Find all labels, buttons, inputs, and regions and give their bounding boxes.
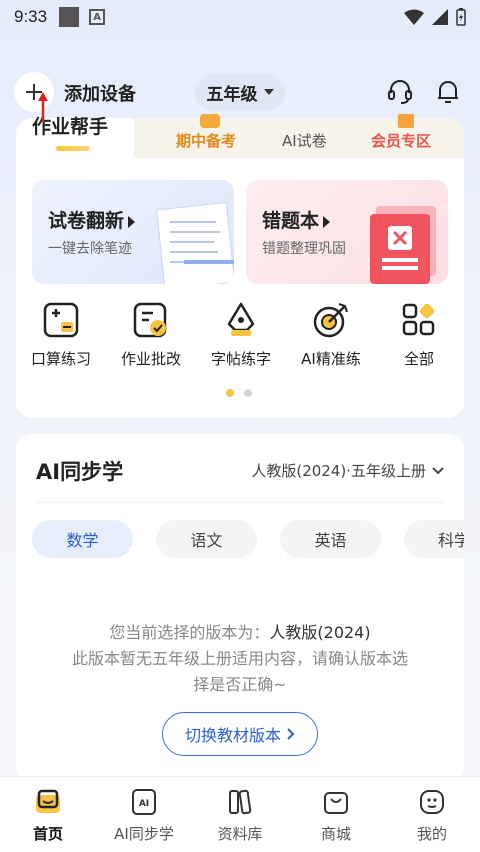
target-icon — [313, 303, 348, 338]
book-badge-icon — [200, 114, 220, 128]
arrow-right-icon — [323, 215, 331, 228]
exam-refresh-card[interactable]: 试卷翻新 一键去除笔迹 — [32, 180, 234, 284]
add-device-button[interactable] — [14, 72, 54, 112]
home-icon — [36, 789, 60, 813]
tool-homework-grading[interactable]: 作业批改 — [106, 300, 196, 369]
tool-all[interactable]: 全部 — [374, 300, 464, 369]
tool-label: 字帖练字 — [210, 350, 271, 368]
nav-label: 我的 — [416, 825, 447, 843]
subject-tab-math[interactable]: 数学 — [32, 520, 133, 558]
customer-service-icon[interactable] — [386, 78, 414, 106]
nav-label: 商城 — [320, 825, 351, 843]
page-dot-active — [226, 389, 234, 397]
top-bar: 添加设备 五年级 — [0, 70, 480, 114]
grade-label: 五年级 — [206, 84, 258, 105]
page-indicator — [226, 389, 252, 397]
bottom-nav: 首页 AI AI同步学 资料库 商城 我的 — [0, 776, 480, 852]
exam-paper-icon — [156, 202, 234, 284]
version-label: 人教版(2024)·五年级上册 — [251, 462, 426, 480]
nav-profile[interactable]: 我的 — [384, 787, 480, 844]
profile-icon — [420, 790, 444, 814]
status-icons — [404, 8, 466, 26]
check-icon — [133, 302, 167, 338]
ai-sync-title: AI同步学 — [36, 460, 124, 484]
nav-label: 首页 — [32, 825, 63, 843]
chevron-down-icon — [432, 466, 444, 474]
nav-shop[interactable]: 商城 — [288, 787, 384, 844]
subject-tab-science[interactable]: 科学 — [404, 520, 464, 558]
wrong-book-icon — [370, 206, 436, 284]
wrong-questions-subtitle: 错题整理巩固 — [262, 241, 346, 257]
exam-refresh-title: 试卷翻新 — [48, 206, 136, 233]
svg-text:AI: AI — [139, 799, 149, 809]
ai-sync-card: AI同步学 人教版(2024)·五年级上册 数学 语文 英语 科学 您当前选择的… — [16, 434, 464, 784]
annotation-arrow-icon — [38, 92, 48, 122]
nav-home[interactable]: 首页 — [0, 787, 96, 844]
tab-midterm[interactable]: 期中备考 — [176, 130, 236, 151]
signal-icon — [432, 9, 448, 25]
tool-oral-calc[interactable]: 口算练习 — [16, 300, 106, 369]
arrow-right-icon — [128, 215, 136, 228]
nav-ai-sync[interactable]: AI AI同步学 — [96, 787, 192, 844]
tool-ai-practice[interactable]: AI精准练 — [286, 300, 376, 369]
version-message: 您当前选择的版本为：人教版(2024) 此版本暂无五年级上册适用内容，请确认版本… — [71, 623, 408, 694]
textbook-version-selector[interactable]: 人教版(2024)·五年级上册 — [251, 460, 444, 481]
nav-label: AI同步学 — [114, 825, 174, 843]
grid-icon — [402, 303, 435, 336]
pen-icon — [227, 302, 255, 336]
battery-icon — [456, 8, 466, 26]
tool-label: 全部 — [403, 350, 434, 368]
calc-icon — [43, 302, 79, 338]
exam-refresh-subtitle: 一键去除笔迹 — [48, 241, 132, 257]
tool-grid: 口算练习 作业批改 字帖练字 AI精准练 全部 — [16, 300, 464, 380]
status-time: 9:33 — [14, 7, 48, 26]
ai-book-icon: AI — [132, 789, 156, 815]
divider — [36, 502, 444, 503]
helper-tabs: 作业帮手 期中备考 AI试卷 会员专区 — [16, 114, 464, 162]
add-device-label[interactable]: 添加设备 — [64, 80, 136, 106]
subject-tab-english[interactable]: 英语 — [280, 520, 381, 558]
wrong-questions-card[interactable]: 错题本 错题整理巩固 — [246, 180, 448, 284]
notification-square-icon — [59, 7, 80, 27]
tool-label: AI精准练 — [301, 350, 361, 368]
grade-selector[interactable]: 五年级 — [195, 74, 285, 110]
notification-app-icon: A — [89, 9, 106, 25]
status-bar: 9:33 A — [0, 0, 480, 34]
caret-down-icon — [263, 89, 274, 95]
wifi-icon — [404, 9, 424, 25]
page-dot — [244, 389, 252, 397]
crown-badge-icon — [398, 114, 414, 128]
nav-library[interactable]: 资料库 — [192, 787, 288, 844]
tab-vip[interactable]: 会员专区 — [371, 130, 431, 151]
subject-tab-chinese[interactable]: 语文 — [156, 520, 257, 558]
library-icon — [229, 789, 252, 815]
nav-label: 资料库 — [217, 825, 263, 843]
tool-label: 作业批改 — [120, 350, 181, 368]
tool-label: 口算练习 — [30, 350, 91, 368]
tab-underline — [56, 146, 90, 151]
bell-icon[interactable] — [434, 78, 462, 106]
shop-icon — [324, 792, 348, 814]
switch-textbook-button[interactable]: 切换教材版本 — [162, 712, 318, 756]
chevron-right-icon — [287, 728, 295, 740]
tab-ai-paper[interactable]: AI试卷 — [282, 130, 327, 151]
wrong-questions-title: 错题本 — [262, 206, 331, 233]
tool-calligraphy[interactable]: 字帖练字 — [196, 300, 286, 369]
